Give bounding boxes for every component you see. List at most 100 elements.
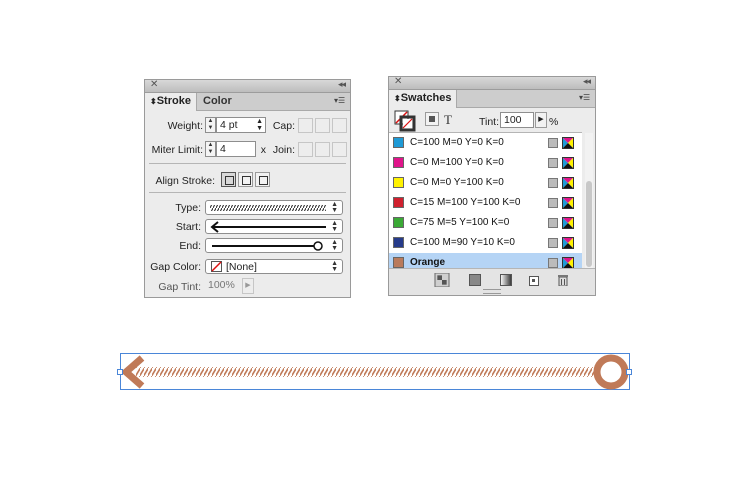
swatch-name: C=75 M=5 Y=100 K=0 [410, 217, 510, 228]
circle-end-cap [593, 354, 629, 390]
tab-stroke[interactable]: ⬍Stroke [145, 93, 197, 111]
process-color-icon [562, 237, 574, 249]
swatch-chip [393, 157, 404, 168]
join-label: Join: [272, 144, 295, 156]
new-color-group-icon[interactable] [529, 274, 541, 286]
type-dropdown[interactable]: ▲ ▼ [205, 200, 343, 215]
miter-suffix: x [260, 144, 266, 156]
color-mode-icon [548, 138, 558, 148]
swatch-row[interactable]: C=0 M=0 Y=100 K=0 [389, 173, 582, 193]
stroke-panel: ✕ ◂◂ ⬍Stroke Color ▾☰ Weight: ▲ ▼ 4 pt ▲ ▼ … [144, 79, 351, 298]
projecting-cap-icon[interactable] [332, 118, 347, 133]
show-all-swatches-icon[interactable] [433, 273, 451, 287]
tint-input[interactable]: 100 [500, 112, 534, 128]
stroke-panel-tabs: ⬍Stroke Color ▾☰ [145, 93, 350, 111]
hatched-stroke-line [136, 367, 598, 377]
chevron-updown-icon: ▲ ▼ [331, 220, 338, 233]
arrow-head [120, 355, 145, 389]
swatch-row[interactable]: C=0 M=100 Y=0 K=0 [389, 153, 582, 173]
type-label: Type: [175, 202, 201, 214]
start-dropdown[interactable]: ▲ ▼ [205, 219, 343, 234]
show-gradient-swatches-icon[interactable] [500, 274, 512, 286]
arrow-start-preview [210, 221, 326, 233]
formatting-text-icon[interactable]: T [444, 112, 452, 128]
swatches-panel-tabs: ⬍Swatches ▾☰ [389, 90, 595, 108]
panel-menu-icon[interactable]: ▾☰ [334, 96, 346, 106]
align-stroke-label: Align Stroke: [155, 175, 215, 187]
selected-stroke-object[interactable] [0, 0, 750, 499]
swatches-panel-titlebar[interactable]: ✕ ◂◂ [389, 76, 595, 90]
weight-dropdown-icon[interactable]: ▲ ▼ [256, 118, 263, 132]
swatch-row[interactable]: C=75 M=5 Y=100 K=0 [389, 213, 582, 233]
bevel-join-icon[interactable] [332, 142, 347, 157]
swatch-name: C=0 M=0 Y=100 K=0 [410, 177, 504, 188]
color-mode-icon [548, 258, 558, 268]
trash-icon[interactable] [557, 274, 569, 286]
close-icon[interactable]: ✕ [150, 79, 158, 90]
round-cap-icon[interactable] [315, 118, 330, 133]
process-color-icon [562, 137, 574, 149]
gap-tint-label: Gap Tint: [158, 281, 201, 293]
align-inside-icon[interactable] [238, 172, 253, 187]
process-color-icon [562, 197, 574, 209]
swatch-row[interactable]: C=100 M=0 Y=0 K=0 [389, 133, 582, 153]
miter-limit-label: Miter Limit: [151, 144, 203, 156]
collapse-icon[interactable]: ◂◂ [338, 79, 346, 90]
swatches-panel: ✕ ◂◂ ⬍Swatches ▾☰ T Tint: 100 ▶ % C=100 … [388, 76, 596, 296]
swatch-name: Orange [410, 257, 446, 268]
selection-handle-right[interactable] [626, 369, 632, 375]
process-color-icon [562, 217, 574, 229]
swatch-scrollbar[interactable] [585, 133, 593, 269]
weight-stepper-icon[interactable]: ▲ ▼ [205, 117, 216, 133]
end-label: End: [179, 240, 201, 252]
swatch-chip [393, 217, 404, 228]
miter-stepper-icon[interactable]: ▲ ▼ [205, 141, 216, 157]
gap-color-dropdown[interactable]: [None] ▲ ▼ [205, 259, 343, 274]
swatch-row[interactable]: C=100 M=90 Y=10 K=0 [389, 233, 582, 253]
align-outside-icon[interactable] [255, 172, 270, 187]
stroke-panel-titlebar[interactable]: ✕ ◂◂ [145, 79, 350, 93]
weight-label: Weight: [167, 120, 203, 132]
swatch-row[interactable]: C=15 M=100 Y=100 K=0 [389, 193, 582, 213]
color-mode-icon [548, 238, 558, 248]
chevron-updown-icon: ▲ ▼ [331, 201, 338, 214]
process-color-icon [562, 157, 574, 169]
round-join-icon[interactable] [315, 142, 330, 157]
panel-menu-icon[interactable]: ▾☰ [579, 93, 591, 103]
miter-join-icon[interactable] [298, 142, 313, 157]
circle-end-preview [212, 241, 323, 251]
tint-arrow-icon[interactable]: ▶ [535, 112, 547, 128]
align-center-icon[interactable] [221, 172, 236, 187]
collapse-icon[interactable]: ◂◂ [583, 76, 591, 87]
color-mode-icon [548, 178, 558, 188]
gap-color-value: [None] [226, 261, 257, 273]
fill-stroke-icon[interactable] [394, 110, 416, 132]
swatch-chip [393, 257, 404, 268]
gap-tint-input[interactable]: 100% [205, 278, 243, 294]
color-mode-icon [548, 218, 558, 228]
cap-label: Cap: [272, 120, 295, 132]
tab-color[interactable]: Color [198, 93, 238, 110]
resize-grip[interactable] [483, 289, 501, 294]
miter-limit-input[interactable]: 4 [216, 141, 256, 157]
chevron-updown-icon: ▲ ▼ [331, 239, 338, 252]
butt-cap-icon[interactable] [298, 118, 313, 133]
chevron-updown-icon: ▲ ▼ [331, 260, 338, 273]
color-mode-icon [548, 198, 558, 208]
weight-input[interactable]: 4 pt ▲ ▼ [216, 117, 266, 133]
start-label: Start: [175, 221, 201, 233]
tab-updown-icon: ⬍ [150, 97, 157, 106]
gap-tint-arrow-icon[interactable]: ▶ [242, 278, 254, 294]
swatch-name: C=15 M=100 Y=100 K=0 [410, 197, 521, 208]
end-dropdown[interactable]: ▲ ▼ [205, 238, 343, 253]
formatting-container-icon[interactable] [425, 112, 439, 126]
scrollbar-thumb[interactable] [586, 181, 592, 267]
selection-handle-left[interactable] [117, 369, 123, 375]
tab-swatches[interactable]: ⬍Swatches [389, 90, 457, 108]
color-mode-icon [548, 158, 558, 168]
swatch-chip [393, 197, 404, 208]
close-icon[interactable]: ✕ [394, 76, 402, 87]
none-swatch-icon [211, 261, 222, 272]
show-color-swatches-icon[interactable] [469, 274, 481, 286]
swatch-chip [393, 177, 404, 188]
